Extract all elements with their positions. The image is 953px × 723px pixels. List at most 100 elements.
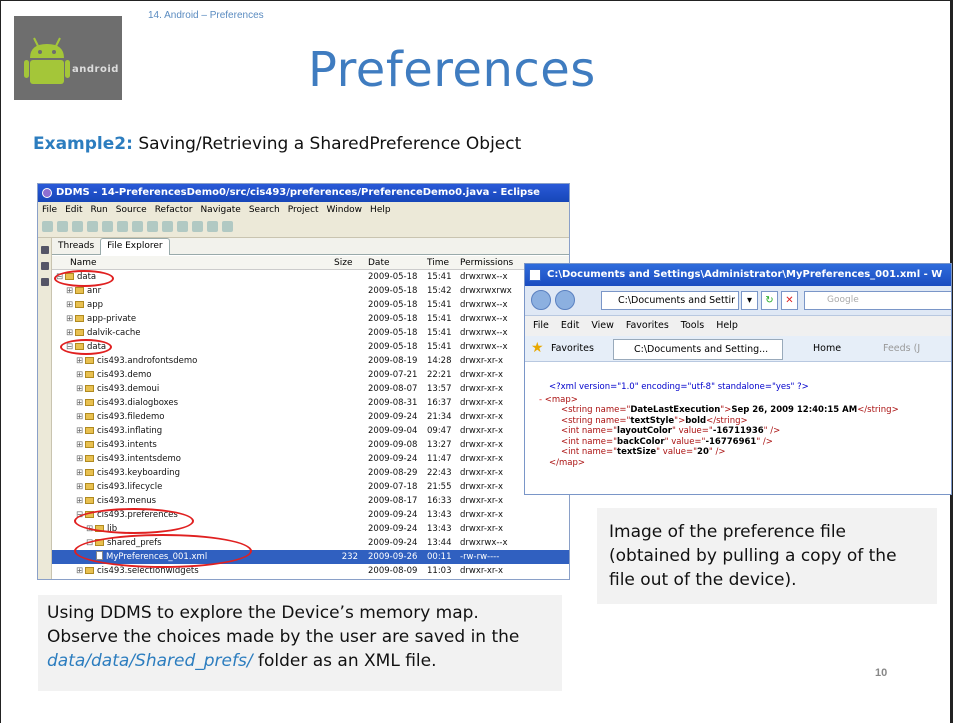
xml-name-value: layoutColor	[617, 426, 672, 436]
back-icon[interactable]	[207, 221, 218, 232]
menu-item-source[interactable]: Source	[116, 205, 147, 215]
ie-menu-item-view[interactable]: View	[591, 320, 614, 331]
row-time: 22:21	[427, 370, 452, 380]
menu-item-help[interactable]: Help	[370, 205, 391, 215]
eclipse-side-toolbar	[38, 238, 52, 579]
new-package-icon[interactable]	[132, 221, 143, 232]
refresh-icon[interactable]: ↻	[761, 291, 778, 310]
row-name-cell: ⊞ cis493.demoui	[76, 382, 159, 396]
tree-toggle-icon[interactable]: ⊞	[76, 494, 83, 508]
menu-item-edit[interactable]: Edit	[65, 205, 82, 215]
pref-file-caption: Image of the preference file (obtained b…	[597, 508, 937, 604]
table-row[interactable]: ⊞ cis493.inflating 2009-09-04 09:47 drwxr-xr…	[52, 424, 569, 438]
table-row[interactable]: ⊟ data 2009-05-18 15:41 drwxrwx--x	[52, 340, 569, 354]
table-row[interactable]: ⊞ cis493.dialogboxes 2009-08-31 16:37 drwxr-…	[52, 396, 569, 410]
row-date: 2009-09-26	[368, 552, 418, 562]
forward-button[interactable]	[555, 290, 575, 310]
external-tools-icon[interactable]	[117, 221, 128, 232]
print-icon[interactable]	[72, 221, 83, 232]
ie-menu-item-file[interactable]: File	[533, 320, 549, 331]
ie-menu-item-help[interactable]: Help	[716, 320, 738, 331]
tree-toggle-icon[interactable]: ⊞	[76, 424, 83, 438]
table-row[interactable]: ⊞ app 2009-05-18 15:41 drwxrwx--x	[52, 298, 569, 312]
tree-toggle-icon[interactable]: ⊞	[76, 396, 83, 410]
table-row[interactable]: ⊟ data 2009-05-18 15:41 drwxrwx--x	[52, 270, 569, 284]
tree-toggle-icon[interactable]: ⊞	[76, 578, 83, 579]
ie-menu-item-favorites[interactable]: Favorites	[626, 320, 669, 331]
col-time[interactable]: Time	[427, 256, 449, 270]
tree-toggle-icon[interactable]: ⊞	[66, 312, 73, 326]
favorites-button[interactable]: Favorites	[551, 343, 594, 354]
browser-tab[interactable]: C:\Documents and Setting...	[613, 339, 783, 360]
tab-file-explorer[interactable]: File Explorer	[100, 238, 170, 255]
tree-toggle-icon[interactable]: ⊞	[76, 438, 83, 452]
tree-toggle-icon[interactable]: ⊞	[76, 368, 83, 382]
ie-titlebar[interactable]: C:\Documents and Settings\Administrator\…	[525, 264, 951, 286]
new-class-icon[interactable]	[147, 221, 158, 232]
row-time: 22:43	[427, 468, 452, 478]
eclipse-titlebar[interactable]: DDMS - 14-PreferencesDemo0/src/cis493/pr…	[38, 184, 569, 202]
stop-icon[interactable]: ✕	[781, 291, 798, 310]
table-row[interactable]: ⊞ cis493.filedemo 2009-09-24 21:34 drwxr-xr-…	[52, 410, 569, 424]
tree-toggle-icon[interactable]: ⊞	[76, 382, 83, 396]
page-number: 10	[875, 667, 888, 679]
table-row[interactable]: ⊞ dalvik-cache 2009-05-18 15:41 drwxrwx--x	[52, 326, 569, 340]
menu-item-search[interactable]: Search	[249, 205, 280, 215]
tree-toggle-icon[interactable]: ⊞	[76, 564, 83, 578]
tree-toggle-icon[interactable]: ⊞	[76, 354, 83, 368]
menu-item-run[interactable]: Run	[91, 205, 108, 215]
tree-toggle-icon[interactable]: ⊞	[66, 326, 73, 340]
highlight-ring-prefs-file	[74, 534, 252, 568]
folder-icon	[75, 301, 84, 308]
tree-toggle-icon[interactable]: ⊞	[76, 410, 83, 424]
ie-menu-item-tools[interactable]: Tools	[681, 320, 704, 331]
device-icon[interactable]	[41, 246, 49, 254]
menu-item-navigate[interactable]: Navigate	[200, 205, 240, 215]
folder-icon	[75, 315, 84, 322]
address-input[interactable]: C:\Documents and Settir	[601, 291, 739, 310]
tree-toggle-icon[interactable]: ⊞	[76, 480, 83, 494]
search-input[interactable]: Google	[804, 291, 951, 310]
menu-item-file[interactable]: File	[42, 205, 57, 215]
forward-icon[interactable]	[222, 221, 233, 232]
open-type-icon[interactable]	[162, 221, 173, 232]
col-permissions[interactable]: Permissions	[460, 256, 513, 270]
row-name: cis493.demo	[97, 370, 152, 380]
table-row[interactable]: ⊞cis493.slidingdreawerdemo 2009-08-28 19:4…	[52, 578, 569, 579]
table-row[interactable]: ⊞ cis493.intentsdemo 2009-09-24 11:47 drwxr-…	[52, 452, 569, 466]
table-row[interactable]: ⊞ anr 2009-05-18 15:42 drwxrwxrwx	[52, 284, 569, 298]
menu-item-project[interactable]: Project	[288, 205, 319, 215]
table-row[interactable]: ⊞ cis493.demoui 2009-08-07 13:57 drwxr-xr-x	[52, 382, 569, 396]
threads-icon[interactable]	[41, 278, 49, 286]
col-name[interactable]: Name	[70, 256, 97, 270]
debug-icon[interactable]	[87, 221, 98, 232]
table-row[interactable]: ⊞ cis493.lifecycle 2009-07-18 21:55 drwxr-xr…	[52, 480, 569, 494]
tree-toggle-icon[interactable]: ⊞	[66, 298, 73, 312]
col-size[interactable]: Size	[334, 256, 352, 270]
table-row[interactable]: ⊞ cis493.menus 2009-08-17 16:33 drwxr-xr-x	[52, 494, 569, 508]
menu-item-window[interactable]: Window	[327, 205, 363, 215]
table-row[interactable]: ⊞ app-private 2009-05-18 15:41 drwxrwx--x	[52, 312, 569, 326]
menu-item-refactor[interactable]: Refactor	[155, 205, 193, 215]
search-icon[interactable]	[177, 221, 188, 232]
ie-menu-item-edit[interactable]: Edit	[561, 320, 579, 331]
new-icon[interactable]	[42, 221, 53, 232]
save-icon[interactable]	[57, 221, 68, 232]
annotation-icon[interactable]	[192, 221, 203, 232]
back-button[interactable]	[531, 290, 551, 310]
emulator-icon[interactable]	[41, 262, 49, 270]
feeds-button[interactable]: Feeds (J	[883, 343, 920, 354]
table-row[interactable]: ⊞ cis493.intents 2009-09-08 13:27 drwxr-xr-x	[52, 438, 569, 452]
table-row[interactable]: ⊞ cis493.demo 2009-07-21 22:21 drwxr-xr-x	[52, 368, 569, 382]
table-row[interactable]: ⊞ cis493.androfontsdemo 2009-08-19 14:28 drw…	[52, 354, 569, 368]
tree-toggle-icon[interactable]: ⊞	[76, 452, 83, 466]
tab-threads[interactable]: Threads	[52, 239, 100, 256]
home-button[interactable]: Home	[813, 343, 841, 354]
table-row[interactable]: ⊞ cis493.keyboarding 2009-08-29 22:43 drwxr-…	[52, 466, 569, 480]
address-dropdown-icon[interactable]: ▾	[741, 291, 758, 310]
run-icon[interactable]	[102, 221, 113, 232]
tree-toggle-icon[interactable]: ⊞	[76, 466, 83, 480]
eclipse-icon	[42, 188, 52, 198]
col-date[interactable]: Date	[368, 256, 390, 270]
xml-entry: <int name="textSize" value="20" />	[561, 447, 899, 458]
